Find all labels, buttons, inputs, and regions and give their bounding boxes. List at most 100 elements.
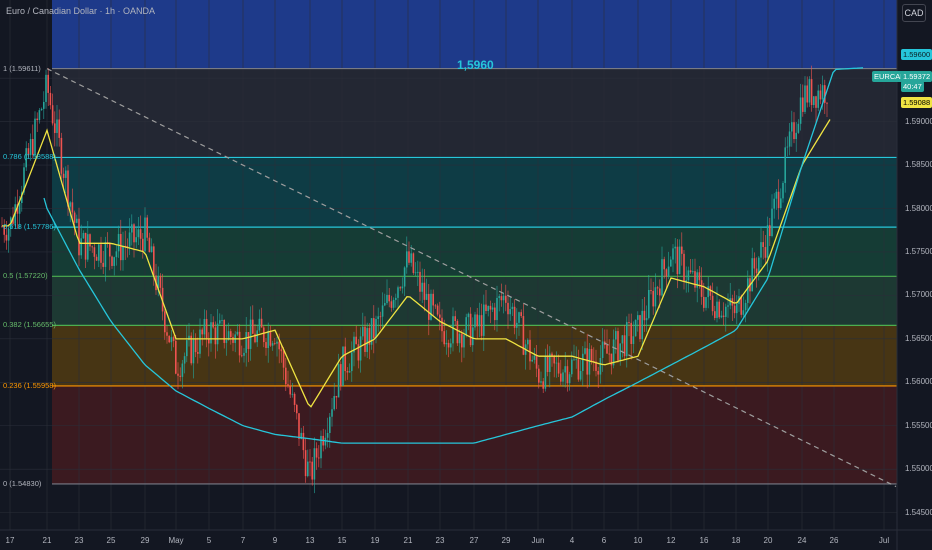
- candle-body: [274, 343, 276, 344]
- candle-body: [348, 371, 351, 373]
- candle-body: [49, 92, 52, 106]
- candle-body: [505, 295, 507, 303]
- candle-body: [36, 118, 38, 121]
- candle-body: [582, 353, 584, 371]
- candle-body: [617, 331, 619, 361]
- candle-body: [414, 272, 417, 274]
- candle-body: [355, 336, 357, 345]
- countdown-tag: 40:47: [901, 81, 924, 92]
- candle-body: [93, 247, 96, 257]
- candle-body: [584, 348, 586, 354]
- candle-body: [43, 101, 45, 109]
- candle-body: [568, 374, 571, 384]
- fib-band: [52, 325, 897, 386]
- candle-body: [392, 299, 395, 308]
- candle-body: [256, 330, 258, 343]
- candle-body: [315, 448, 318, 458]
- date-tick-label: 26: [829, 536, 839, 545]
- candle-body: [615, 331, 617, 340]
- price-chart[interactable]: [0, 0, 932, 550]
- candle-body: [454, 316, 456, 322]
- candle-body: [139, 229, 142, 239]
- level-price-tag: 1.59600: [901, 49, 932, 60]
- candle-body: [95, 256, 98, 261]
- candle-body: [267, 330, 269, 349]
- candle-body: [307, 461, 309, 477]
- candle-body: [788, 131, 791, 147]
- candle-body: [401, 286, 404, 289]
- candle-body: [335, 396, 338, 398]
- candle-body: [260, 318, 263, 328]
- candle-body: [5, 234, 8, 241]
- candle-body: [456, 321, 459, 344]
- candle-body: [269, 330, 272, 346]
- candle-body: [716, 301, 718, 318]
- fib-band: [52, 68, 897, 158]
- candle-body: [483, 304, 485, 336]
- candle-body: [718, 301, 720, 318]
- candle-body: [494, 307, 496, 321]
- candle-body: [62, 173, 65, 178]
- date-tick-label: 27: [469, 536, 479, 545]
- candle-body: [606, 344, 608, 354]
- candle-body: [667, 266, 670, 277]
- candle-body: [399, 287, 401, 289]
- date-tick-label: 17: [5, 536, 15, 545]
- date-tick-label: 29: [140, 536, 150, 545]
- candle-body: [612, 339, 615, 366]
- candle-body: [153, 246, 155, 276]
- candle-body: [487, 305, 489, 311]
- candle-body: [179, 375, 181, 377]
- candle-body: [542, 381, 544, 389]
- candle-body: [172, 337, 175, 341]
- candle-body: [520, 312, 522, 317]
- chart-title: Euro / Canadian Dollar · 1h · OANDA: [6, 6, 156, 16]
- candle-body: [276, 341, 278, 344]
- date-tick-label: 7: [240, 536, 246, 545]
- candle-body: [810, 79, 813, 106]
- candle-body: [434, 305, 437, 307]
- candle-body: [120, 233, 122, 261]
- candle-body: [659, 288, 661, 296]
- candle-body: [469, 313, 472, 346]
- candle-body: [458, 333, 461, 344]
- candle-body: [390, 301, 393, 308]
- candle-body: [351, 352, 353, 372]
- candle-body: [102, 262, 104, 267]
- candle-body: [804, 85, 806, 112]
- candle-body: [619, 343, 621, 361]
- candle-body: [69, 202, 71, 207]
- candle-body: [388, 294, 390, 302]
- fib-level-label: 0.618 (1.57786): [3, 222, 56, 232]
- candle-body: [751, 258, 753, 292]
- candle-body: [621, 335, 624, 344]
- candle-body: [324, 437, 327, 446]
- candle-body: [489, 305, 492, 310]
- candle-body: [533, 355, 536, 360]
- candle-body: [597, 370, 599, 375]
- candle-body: [793, 122, 795, 140]
- price-tick-label: 1.55000: [905, 464, 932, 474]
- candle-body: [544, 355, 547, 389]
- candle-body: [698, 272, 701, 281]
- candle-body: [329, 416, 331, 433]
- currency-badge[interactable]: CAD: [902, 4, 926, 22]
- candle-body: [379, 316, 382, 318]
- candle-body: [799, 97, 802, 124]
- candle-body: [205, 318, 208, 339]
- candle-body: [45, 74, 47, 102]
- candle-body: [238, 331, 241, 356]
- price-tick-label: 1.59000: [905, 116, 932, 126]
- candle-body: [645, 318, 648, 321]
- candle-body: [562, 372, 564, 382]
- candle-body: [381, 305, 384, 317]
- candle-body: [175, 340, 177, 374]
- candle-body: [406, 251, 408, 268]
- candle-body: [241, 355, 243, 357]
- candle-body: [608, 353, 610, 355]
- candle-body: [703, 296, 705, 308]
- date-tick-label: 25: [106, 536, 116, 545]
- date-tick-label: 12: [666, 536, 676, 545]
- candle-body: [628, 322, 630, 323]
- candle-body: [575, 359, 577, 361]
